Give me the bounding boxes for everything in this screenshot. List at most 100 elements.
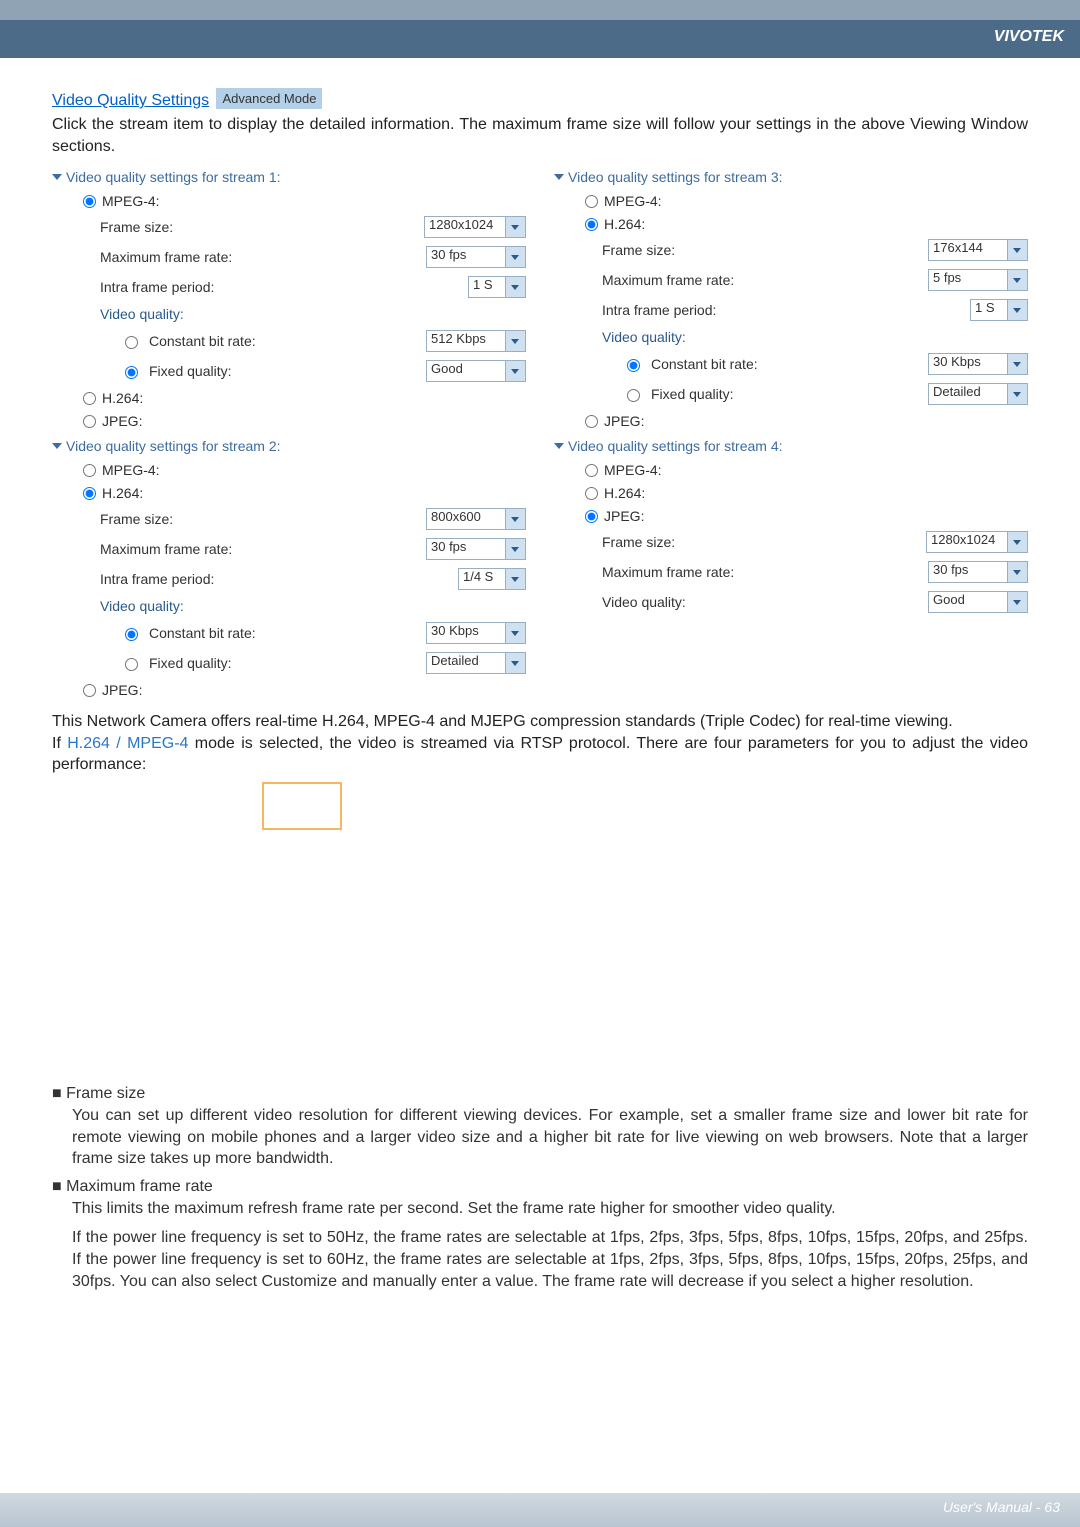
s4-maxfr-select[interactable]: 30 fps [928,561,1028,583]
arrow-icon [52,174,62,180]
h264-mpeg4-text: If H.264 / MPEG-4 mode is selected, the … [52,733,1028,776]
s2-fq-select[interactable]: Detailed [426,652,526,674]
radio-input[interactable] [83,464,96,477]
s3-h264-radio[interactable]: H.264: [554,212,1028,235]
s2-h264-radio[interactable]: H.264: [52,481,526,504]
chevron-down-icon [506,360,526,382]
stream2-title: Video quality settings for stream 2: [52,432,526,458]
s1-h264-radio[interactable]: H.264: [52,386,526,409]
s2-cbr-select[interactable]: 30 Kbps [426,622,526,644]
s4-framesize-select[interactable]: 1280x1024 [926,531,1028,553]
s3-intra-select[interactable]: 1 S [970,299,1028,321]
s2-framesize-select[interactable]: 800x600 [426,508,526,530]
s1-mpeg4-radio[interactable]: MPEG-4: [52,189,526,212]
s2-fq[interactable]: Fixed quality:Detailed [52,648,526,678]
chevron-down-icon [1008,383,1028,405]
s3-jpeg-radio[interactable]: JPEG: [554,409,1028,432]
advanced-mode-badge: Advanced Mode [216,88,322,109]
radio-input[interactable] [585,510,598,523]
radio-input[interactable] [125,658,138,671]
intro-text: Click the stream item to display the det… [52,114,1028,157]
s1-intra: Intra frame period:1 S [52,272,526,302]
chevron-down-icon [1008,269,1028,291]
radio-input[interactable] [83,487,96,500]
stream3-title: Video quality settings for stream 3: [554,163,1028,189]
s3-mpeg4-radio[interactable]: MPEG-4: [554,189,1028,212]
s2-framesize: Frame size:800x600 [52,504,526,534]
s2-intra-select[interactable]: 1/4 S [458,568,526,590]
s2-vq-row: Video quality: [52,594,526,618]
chevron-down-icon [506,538,526,560]
s3-fq-select[interactable]: Detailed [928,383,1028,405]
video-quality-settings-link[interactable]: Video Quality Settings [52,92,209,109]
chevron-down-icon [506,622,526,644]
radio-input[interactable] [585,218,598,231]
s3-maxfr-select[interactable]: 5 fps [928,269,1028,291]
radio-input[interactable] [585,487,598,500]
s4-vq-select[interactable]: Good [928,591,1028,613]
bullet-max-frame-rate-body2: If the power line frequency is set to 50… [72,1227,1028,1292]
brand-text: VIVOTEK [994,28,1064,45]
bullet-max-frame-rate: ■ Maximum frame rate [52,1178,1028,1196]
s3-fq[interactable]: Fixed quality:Detailed [554,379,1028,409]
s2-cbr[interactable]: Constant bit rate:30 Kbps [52,618,526,648]
radio-input[interactable] [585,415,598,428]
s2-intra: Intra frame period:1/4 S [52,564,526,594]
radio-input[interactable] [627,359,640,372]
radio-input[interactable] [125,336,138,349]
chevron-down-icon [506,508,526,530]
s4-jpeg-radio[interactable]: JPEG: [554,504,1028,527]
s1-jpeg-radio[interactable]: JPEG: [52,409,526,432]
bullet-max-frame-rate-body1: This limits the maximum refresh frame ra… [72,1198,1028,1220]
s2-mpeg4-radio[interactable]: MPEG-4: [52,458,526,481]
radio-input[interactable] [125,366,138,379]
s1-fq[interactable]: Fixed quality:Good [52,356,526,386]
s3-vq-row: Video quality: [554,325,1028,349]
radio-input[interactable] [627,389,640,402]
stream1-title: Video quality settings for stream 1: [52,163,526,189]
stream4-title: Video quality settings for stream 4: [554,432,1028,458]
radio-input[interactable] [125,628,138,641]
s3-cbr[interactable]: Constant bit rate:30 Kbps [554,349,1028,379]
arrow-icon [554,174,564,180]
s1-framesize: Frame size:1280x1024 [52,212,526,242]
s1-cbr[interactable]: Constant bit rate:512 Kbps [52,326,526,356]
s3-framesize-select[interactable]: 176x144 [928,239,1028,261]
chevron-down-icon [1008,591,1028,613]
s2-jpeg-radio[interactable]: JPEG: [52,678,526,701]
bullet-frame-size: ■ Frame size [52,1085,1028,1103]
s1-framesize-select[interactable]: 1280x1024 [424,216,526,238]
radio-input[interactable] [83,195,96,208]
radio-input[interactable] [83,684,96,697]
radio-input[interactable] [83,392,96,405]
radio-input[interactable] [83,415,96,428]
page: VIVOTEK Video Quality Settings Advanced … [0,0,1080,1527]
chevron-down-icon [1008,561,1028,583]
s3-intra: Intra frame period:1 S [554,295,1028,325]
s1-maxfr: Maximum frame rate:30 fps [52,242,526,272]
footer-text: User's Manual - 63 [943,1499,1060,1515]
s1-maxfr-select[interactable]: 30 fps [426,246,526,268]
s4-framesize: Frame size:1280x1024 [554,527,1028,557]
s2-maxfr-select[interactable]: 30 fps [426,538,526,560]
s4-maxfr: Maximum frame rate:30 fps [554,557,1028,587]
s1-cbr-select[interactable]: 512 Kbps [426,330,526,352]
left-column: Video quality settings for stream 1: MPE… [52,163,526,701]
chevron-down-icon [506,652,526,674]
radio-input[interactable] [585,464,598,477]
s1-intra-select[interactable]: 1 S [468,276,526,298]
s2-maxfr: Maximum frame rate:30 fps [52,534,526,564]
s3-framesize: Frame size:176x144 [554,235,1028,265]
radio-input[interactable] [585,195,598,208]
chevron-down-icon [506,216,526,238]
content: Video Quality Settings Advanced Mode Cli… [0,58,1080,1292]
s1-vq-row: Video quality: [52,302,526,326]
arrow-icon [52,443,62,449]
s4-h264-radio[interactable]: H.264: [554,481,1028,504]
s4-mpeg4-radio[interactable]: MPEG-4: [554,458,1028,481]
bullets: ■ Frame size You can set up different vi… [52,1085,1028,1292]
s4-vq: Video quality:Good [554,587,1028,617]
s1-fq-select[interactable]: Good [426,360,526,382]
top-divider [0,0,1080,20]
s3-cbr-select[interactable]: 30 Kbps [928,353,1028,375]
